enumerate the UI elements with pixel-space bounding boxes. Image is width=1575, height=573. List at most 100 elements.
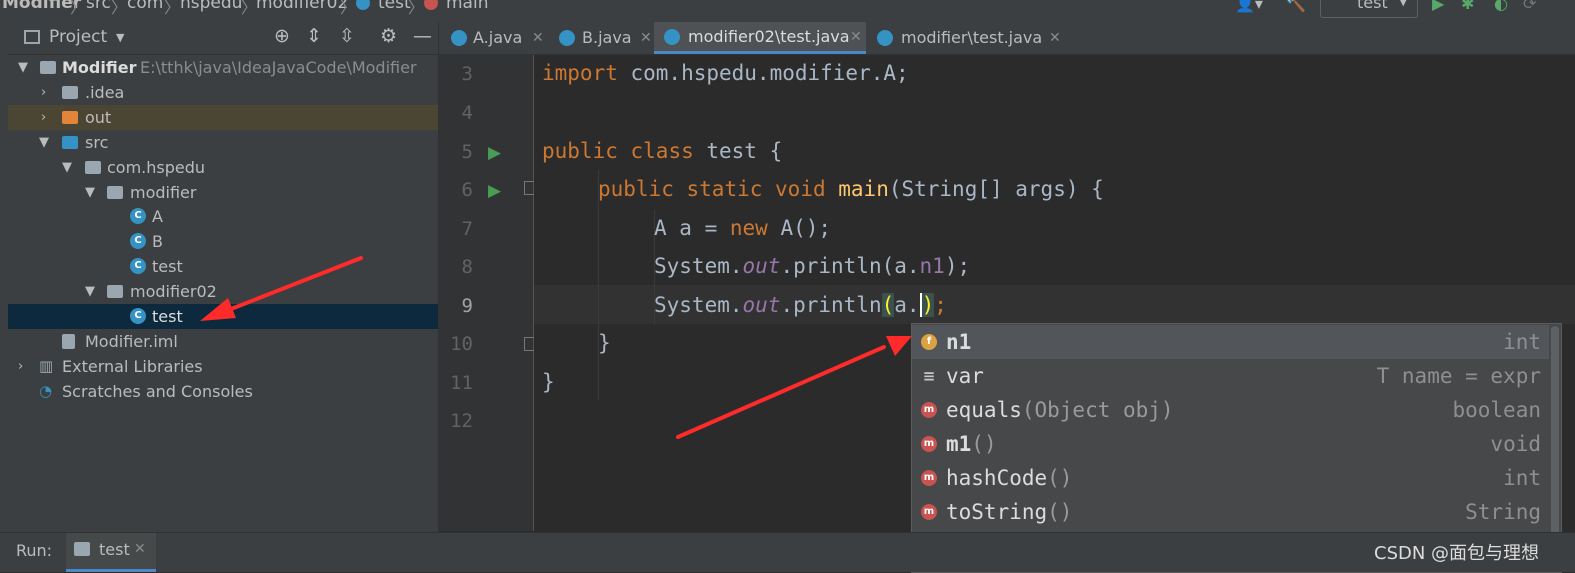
breadcrumb-main[interactable]: main	[446, 0, 488, 13]
matched-brace: (	[881, 293, 895, 317]
close-icon[interactable]: ✕	[532, 22, 544, 54]
run-icon[interactable]: ▶	[1432, 0, 1444, 13]
tree-item-a[interactable]: C A	[8, 204, 438, 229]
close-icon[interactable]: ✕	[1049, 22, 1061, 54]
tab-label: B.java	[582, 28, 632, 47]
tree-item-com-hspedu[interactable]: ▼ com.hspedu	[8, 155, 438, 180]
completion-name: var	[946, 364, 984, 388]
chevron-down-icon[interactable]: ▼	[116, 31, 124, 44]
chevron-down-icon[interactable]: ▼	[18, 55, 28, 80]
line-number: 7	[461, 218, 473, 240]
scratches-icon: ◔	[39, 382, 53, 400]
code-line-7: A a = new A();	[654, 216, 831, 240]
tree-item-external-libraries[interactable]: › ▥ External Libraries	[8, 354, 438, 379]
chevron-right-icon[interactable]: ›	[41, 105, 46, 130]
completion-item-n1[interactable]: f n1 int	[912, 325, 1549, 359]
tree-item-idea[interactable]: › .idea	[8, 80, 438, 105]
debug-bug-icon[interactable]: ✱	[1461, 0, 1474, 13]
line-number: 5	[461, 141, 473, 163]
project-panel-title[interactable]: Project	[49, 27, 107, 47]
tree-item-test-selected[interactable]: C test	[8, 304, 438, 329]
close-icon[interactable]: ✕	[850, 21, 862, 53]
line-number: 12	[450, 410, 473, 432]
runnable-class-icon	[664, 29, 680, 45]
completion-item-equals[interactable]: m equals(Object obj) boolean	[912, 393, 1549, 427]
tab-run-test[interactable]: test ✕	[66, 533, 156, 572]
method-icon: m	[921, 436, 937, 452]
breadcrumb-separator: 〉	[70, 0, 87, 17]
tree-item-label: External Libraries	[62, 357, 203, 376]
expand-all-icon[interactable]: ⇕	[306, 25, 322, 47]
editor-gutter[interactable]: 3 4 5 6 7 8 9 10 11 12 ▶ ▶	[439, 55, 538, 531]
completion-item-m1[interactable]: m m1() void	[912, 427, 1549, 461]
coverage-icon[interactable]: ◐	[1494, 0, 1508, 13]
build-hammer-icon[interactable]: 🔨	[1286, 0, 1306, 13]
source-folder-icon	[62, 136, 78, 149]
completion-name-text: equals	[946, 398, 1022, 422]
user-icon[interactable]: 👤▾	[1235, 0, 1263, 13]
profile-icon[interactable]: ⟳	[1523, 0, 1536, 13]
breadcrumb-test[interactable]: test	[378, 0, 411, 13]
tree-item-src[interactable]: ▼ src	[8, 130, 438, 155]
chevron-down-icon[interactable]: ▼	[85, 180, 95, 205]
chevron-right-icon[interactable]: ›	[18, 354, 23, 379]
run-gutter-icon[interactable]: ▶	[488, 181, 501, 201]
tab-modifier-test-java[interactable]: modifier\test.java ✕	[867, 22, 1062, 54]
package-icon	[107, 186, 123, 199]
module-folder-icon	[40, 61, 56, 74]
close-icon[interactable]: ✕	[134, 541, 146, 557]
tab-a-java[interactable]: A.java ✕	[439, 22, 546, 54]
chevron-down-icon[interactable]: ▼	[62, 155, 72, 180]
code-text: A a =	[654, 216, 730, 240]
class-icon	[559, 30, 575, 46]
breadcrumb-src[interactable]: src	[86, 0, 111, 13]
tree-item-b[interactable]: C B	[8, 229, 438, 254]
class-icon: C	[130, 233, 146, 249]
code-text: A();	[767, 216, 832, 240]
run-tool-bar: Run: test ✕ CSDN @面包与理想	[0, 532, 1575, 572]
line-number: 3	[461, 63, 473, 85]
static-field: out	[742, 293, 781, 317]
locate-target-icon[interactable]: ⊕	[274, 25, 290, 47]
breadcrumb-modifier02[interactable]: modifier02	[256, 0, 348, 13]
close-icon[interactable]: ✕	[640, 22, 652, 54]
run-gutter-icon[interactable]: ▶	[488, 143, 501, 163]
gear-icon[interactable]: ⚙	[380, 25, 397, 47]
chevron-right-icon[interactable]: ›	[41, 80, 46, 105]
completion-type: String	[1465, 500, 1541, 524]
field-name: n1	[919, 254, 945, 278]
tree-item-modifier-package[interactable]: ▼ modifier	[8, 180, 438, 205]
completion-name: equals(Object obj)	[946, 393, 1174, 427]
code-text: a.	[894, 293, 920, 317]
chevron-down-icon[interactable]: ▼	[39, 130, 49, 155]
tree-item-out[interactable]: › out	[8, 105, 438, 130]
completion-args: ()	[1047, 500, 1073, 524]
run-configuration-select[interactable]: test ▼	[1320, 0, 1418, 18]
runnable-class-icon: C	[130, 258, 146, 274]
tree-item-modifier[interactable]: ▼ Modifier E:\tthk\java\IdeaJavaCode\Mod…	[8, 55, 438, 80]
collapse-all-icon[interactable]: ⇳	[339, 25, 355, 47]
breadcrumb-com[interactable]: com	[127, 0, 163, 13]
tree-item-modifier02[interactable]: ▼ modifier02	[8, 279, 438, 304]
runnable-class-icon	[877, 30, 893, 46]
completion-item-var[interactable]: ≡ var T name = expr	[912, 359, 1549, 393]
tree-item-test[interactable]: C test	[8, 254, 438, 279]
tree-item-label: Modifier.iml	[85, 332, 178, 351]
keyword: static	[686, 177, 763, 201]
tree-item-path: E:\tthk\java\IdeaJavaCode\Modifier	[140, 58, 417, 77]
tree-item-modifier-iml[interactable]: Modifier.iml	[8, 329, 438, 354]
tab-modifier02-test-java[interactable]: modifier02\test.java ✕	[654, 22, 866, 54]
completion-item-tostring[interactable]: m toString() String	[912, 495, 1549, 529]
chevron-down-icon[interactable]: ▼	[85, 279, 95, 304]
breadcrumb-hspedu[interactable]: hspedu	[180, 0, 242, 13]
tab-b-java[interactable]: B.java ✕	[547, 22, 653, 54]
code-line-8: System.out.println(a.n1);	[654, 254, 970, 278]
hide-minus-icon[interactable]: —	[413, 25, 432, 47]
tree-item-scratches[interactable]: ◔ Scratches and Consoles	[8, 379, 438, 404]
keyword: public	[598, 177, 674, 201]
completion-type: int	[1503, 466, 1541, 490]
completion-name-text: hashCode	[946, 466, 1048, 490]
completion-item-hashcode[interactable]: m hashCode() int	[912, 461, 1549, 495]
popup-scrollbar[interactable]	[1551, 326, 1559, 566]
keyword: new	[729, 216, 768, 240]
